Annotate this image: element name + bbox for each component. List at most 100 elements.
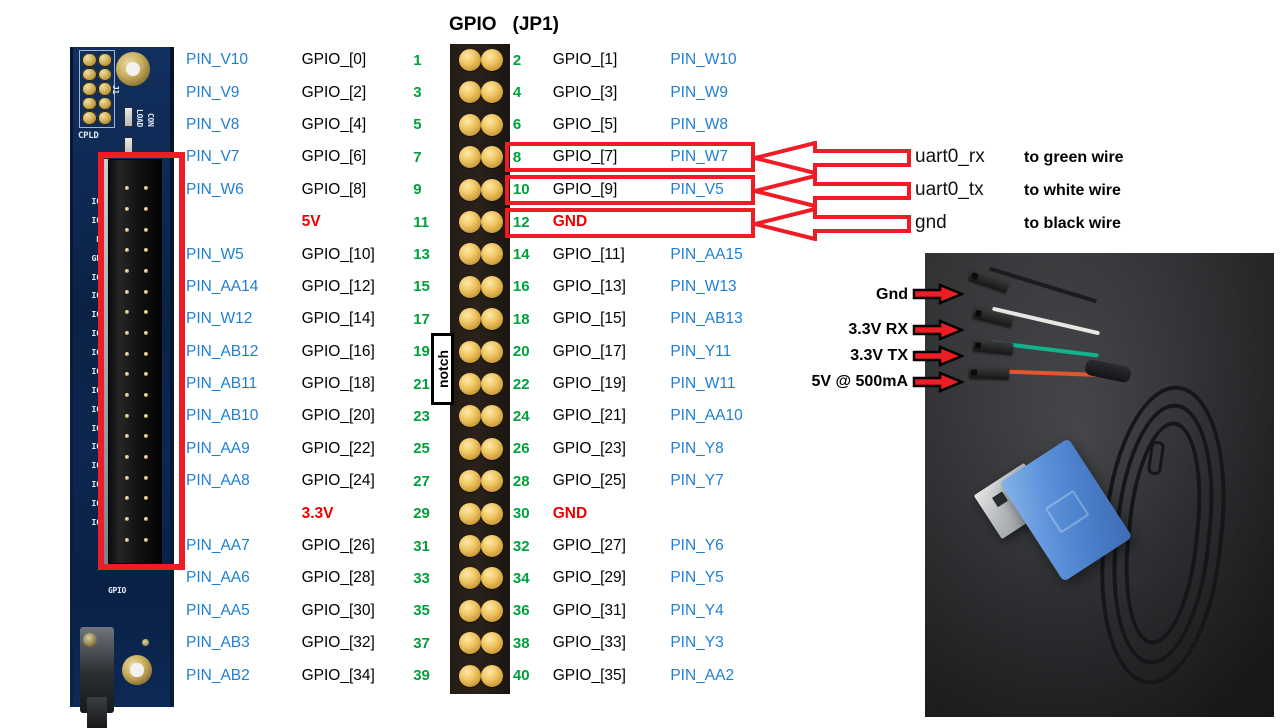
mounting-hole-bottom bbox=[122, 655, 152, 685]
left-pin-label-11: PIN_AB10 bbox=[186, 407, 259, 425]
right-pin-number-6: 14 bbox=[512, 246, 530, 264]
dupont-connector-5v bbox=[968, 366, 1010, 380]
header-pin-34 bbox=[481, 567, 503, 590]
right-function-15: GPIO_[27] bbox=[552, 537, 626, 555]
cable-arrow-tx bbox=[912, 345, 966, 367]
left-pin-label-1: PIN_V9 bbox=[186, 83, 240, 101]
header-pin-14 bbox=[481, 243, 503, 266]
header-pin-27 bbox=[459, 470, 481, 493]
right-pin-number-13: 28 bbox=[512, 472, 530, 490]
jumper-load bbox=[124, 107, 133, 127]
right-function-17: GPIO_[31] bbox=[552, 601, 626, 619]
header-pin-11 bbox=[459, 211, 481, 233]
silkscreen-cpld: CPLD bbox=[78, 131, 99, 141]
left-pin-number-0: 1 bbox=[413, 51, 422, 69]
left-pin-number-3: 7 bbox=[413, 148, 422, 166]
header-pin-19 bbox=[459, 340, 481, 363]
left-pin-number-12: 25 bbox=[413, 440, 430, 458]
left-function-15: GPIO_[26] bbox=[301, 537, 375, 555]
uart-signal-label-1: uart0_tx bbox=[915, 179, 984, 200]
header-pin-7 bbox=[459, 146, 481, 169]
header-pin-5 bbox=[459, 113, 481, 136]
left-pin-label-17: PIN_AA5 bbox=[186, 601, 250, 619]
header-pin-8 bbox=[481, 146, 503, 169]
right-pin-number-1: 4 bbox=[512, 84, 522, 102]
left-function-16: GPIO_[28] bbox=[301, 569, 375, 587]
left-pin-number-4: 9 bbox=[413, 181, 422, 199]
left-function-17: GPIO_[30] bbox=[301, 601, 375, 619]
right-pin-number-9: 20 bbox=[512, 343, 530, 361]
left-function-6: GPIO_[10] bbox=[301, 245, 375, 263]
header-pin-9 bbox=[459, 178, 481, 201]
silkscreen-con: CON bbox=[146, 113, 155, 127]
left-pin-number-8: 17 bbox=[413, 310, 430, 328]
header-pin-12 bbox=[481, 211, 503, 233]
left-pin-label-12: PIN_AA9 bbox=[186, 439, 250, 457]
right-function-10: GPIO_[19] bbox=[552, 375, 626, 393]
right-function-7: GPIO_[13] bbox=[552, 277, 626, 295]
left-function-11: GPIO_[20] bbox=[301, 407, 375, 425]
cable-label-tx: 3.3V TX bbox=[850, 347, 908, 364]
right-function-13: GPIO_[25] bbox=[552, 472, 626, 490]
board-gpio-highlight-box bbox=[98, 152, 185, 570]
header-pin-20 bbox=[481, 340, 503, 363]
right-function-16: GPIO_[29] bbox=[552, 569, 626, 587]
header-pin-28 bbox=[481, 470, 503, 493]
left-pin-label-7: PIN_AA14 bbox=[186, 277, 259, 295]
left-pin-number-14: 29 bbox=[413, 505, 430, 523]
left-function-14: 3.3V bbox=[301, 504, 334, 522]
header-pin-32 bbox=[481, 535, 503, 557]
left-pin-label-18: PIN_AB3 bbox=[186, 634, 250, 652]
header-pin-3 bbox=[459, 81, 481, 104]
left-pin-label-16: PIN_AA6 bbox=[186, 569, 250, 587]
cable-arrow-rx bbox=[912, 319, 966, 341]
left-pin-number-6: 13 bbox=[413, 246, 430, 264]
cable-label-rx: 3.3V RX bbox=[848, 321, 908, 338]
left-pin-number-15: 31 bbox=[413, 537, 430, 555]
left-pin-label-9: PIN_AB12 bbox=[186, 342, 259, 360]
header-pin-25 bbox=[459, 437, 481, 460]
left-function-13: GPIO_[24] bbox=[301, 472, 375, 490]
right-pin-label-1: PIN_W9 bbox=[670, 83, 729, 101]
header-pin-18 bbox=[481, 308, 503, 331]
right-pin-number-17: 36 bbox=[512, 602, 530, 620]
page-title: GPIO (JP1) bbox=[424, 14, 584, 36]
right-function-19: GPIO_[35] bbox=[552, 666, 626, 684]
uart-signal-label-2: gnd bbox=[915, 212, 947, 233]
left-pin-number-16: 33 bbox=[413, 569, 430, 587]
notch-label-text: notch bbox=[434, 349, 451, 389]
left-function-8: GPIO_[14] bbox=[301, 310, 375, 328]
cable-arrow-gnd bbox=[912, 283, 966, 305]
header-pin-21 bbox=[459, 373, 481, 395]
left-pin-label-3: PIN_V7 bbox=[186, 148, 240, 166]
right-pin-number-8: 18 bbox=[512, 310, 530, 328]
callout-arrow-uart-tx bbox=[753, 173, 911, 209]
right-function-2: GPIO_[5] bbox=[552, 115, 618, 133]
right-function-9: GPIO_[17] bbox=[552, 342, 626, 360]
left-pin-number-2: 5 bbox=[413, 116, 422, 134]
left-pin-number-1: 3 bbox=[413, 84, 422, 102]
right-pin-number-18: 38 bbox=[512, 634, 530, 652]
header-pin-15 bbox=[459, 275, 481, 298]
mounting-hole-top bbox=[116, 52, 150, 86]
right-pin-label-13: PIN_Y7 bbox=[670, 472, 724, 490]
left-pin-label-2: PIN_V8 bbox=[186, 115, 240, 133]
left-function-1: GPIO_[2] bbox=[301, 83, 367, 101]
left-function-12: GPIO_[22] bbox=[301, 439, 375, 457]
right-pin-number-19: 40 bbox=[512, 667, 530, 685]
header-pin-17 bbox=[459, 308, 481, 331]
pcb-via bbox=[142, 639, 149, 646]
header-pin-16 bbox=[481, 275, 503, 298]
right-pin-label-0: PIN_W10 bbox=[670, 51, 737, 69]
right-pin-label-16: PIN_Y5 bbox=[670, 569, 724, 587]
right-pin-label-2: PIN_W8 bbox=[670, 115, 729, 133]
right-function-0: GPIO_[1] bbox=[552, 51, 618, 69]
right-pin-number-14: 30 bbox=[512, 505, 530, 523]
left-function-19: GPIO_[34] bbox=[301, 666, 375, 684]
uart-wire-label-1: to white wire bbox=[1024, 182, 1121, 199]
header-pin-6 bbox=[481, 113, 503, 136]
jack-ring bbox=[83, 633, 97, 647]
left-function-9: GPIO_[16] bbox=[301, 342, 375, 360]
left-function-7: GPIO_[12] bbox=[301, 277, 375, 295]
right-pin-label-12: PIN_Y8 bbox=[670, 439, 724, 457]
